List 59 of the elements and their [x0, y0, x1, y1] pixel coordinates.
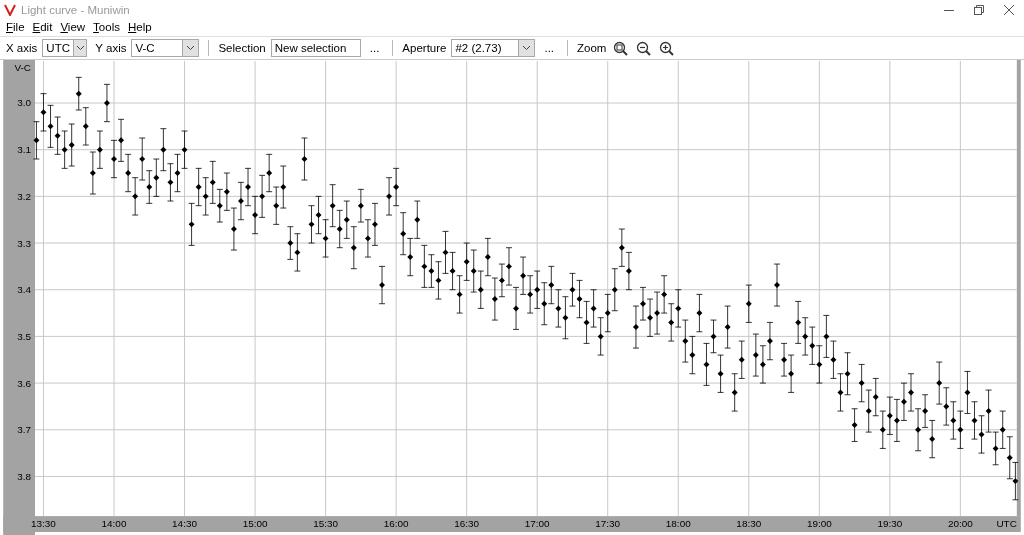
menu-item[interactable]: View	[56, 21, 90, 33]
y-tick-label: 3.8	[17, 470, 32, 482]
zoom-in-icon[interactable]	[657, 39, 676, 57]
y-tick-label: 3.0	[17, 97, 32, 109]
selection-more-button[interactable]: ...	[365, 42, 384, 54]
y-tick-label: 3.3	[17, 237, 32, 249]
window-title: Light curve - Muniwin	[21, 4, 130, 16]
x-tick-label: 14:00	[101, 518, 127, 530]
x-axis-label: UTC	[996, 518, 1017, 530]
data-point	[851, 408, 859, 442]
data-point	[695, 293, 703, 333]
y-axis-label: Y axis	[95, 42, 127, 54]
menu-item[interactable]: Tools	[89, 21, 124, 33]
y-tick-label: 3.2	[17, 190, 32, 202]
data-point	[724, 305, 732, 349]
data-point	[378, 265, 386, 305]
x-tick-label: 16:00	[383, 518, 409, 530]
zoom-fit-icon[interactable]	[611, 39, 630, 57]
data-point	[300, 137, 308, 181]
zoom-label: Zoom	[577, 42, 607, 54]
aperture-dropdown-value: #2 (2.73)	[454, 41, 503, 56]
aperture-dropdown[interactable]: #2 (2.73)	[451, 39, 536, 57]
x-tick-label: 14:30	[172, 518, 197, 530]
y-axis-dropdown-value: V-C	[134, 41, 156, 56]
x-axis-dropdown-value: UTC	[45, 41, 71, 56]
close-icon[interactable]	[1004, 5, 1014, 15]
x-tick-label: 15:30	[313, 518, 338, 530]
data-point	[773, 263, 781, 307]
x-tick-label: 18:00	[665, 518, 691, 530]
aperture-more-button[interactable]: ...	[540, 42, 559, 54]
x-tick-label: 16:30	[454, 518, 480, 530]
menu-item[interactable]: File	[2, 21, 29, 33]
data-point	[103, 83, 111, 123]
x-tick-label: 20:00	[947, 518, 973, 530]
x-tick-label: 19:30	[877, 518, 903, 530]
selection-label: Selection	[218, 42, 266, 54]
x-tick-label: 13:30	[31, 518, 56, 530]
menu-item[interactable]: Edit	[28, 21, 57, 33]
y-tick-label: 3.4	[17, 284, 32, 296]
y-axis-label: V-C	[14, 61, 32, 73]
y-tick-label: 3.5	[17, 330, 32, 342]
x-tick-label: 17:00	[524, 518, 550, 530]
app-logo-icon	[4, 4, 16, 16]
menu-item[interactable]: Help	[123, 21, 156, 33]
zoom-out-icon[interactable]	[634, 39, 653, 57]
data-point	[745, 284, 753, 323]
y-tick-label: 3.7	[17, 424, 32, 436]
aperture-label: Aperture	[402, 42, 447, 54]
y-axis-dropdown[interactable]: V-C	[131, 39, 200, 57]
x-tick-label: 17:30	[595, 518, 621, 530]
y-tick-label: 3.6	[17, 377, 32, 389]
y-tick-label: 3.1	[17, 144, 32, 156]
restore-icon[interactable]	[974, 5, 984, 15]
x-tick-label: 18:30	[736, 518, 762, 530]
x-axis-label: X axis	[6, 42, 38, 54]
selection-field[interactable]: New selection	[270, 39, 361, 57]
x-tick-label: 15:00	[242, 518, 268, 530]
x-axis-dropdown[interactable]: UTC	[42, 39, 88, 57]
x-tick-label: 19:00	[806, 518, 832, 530]
